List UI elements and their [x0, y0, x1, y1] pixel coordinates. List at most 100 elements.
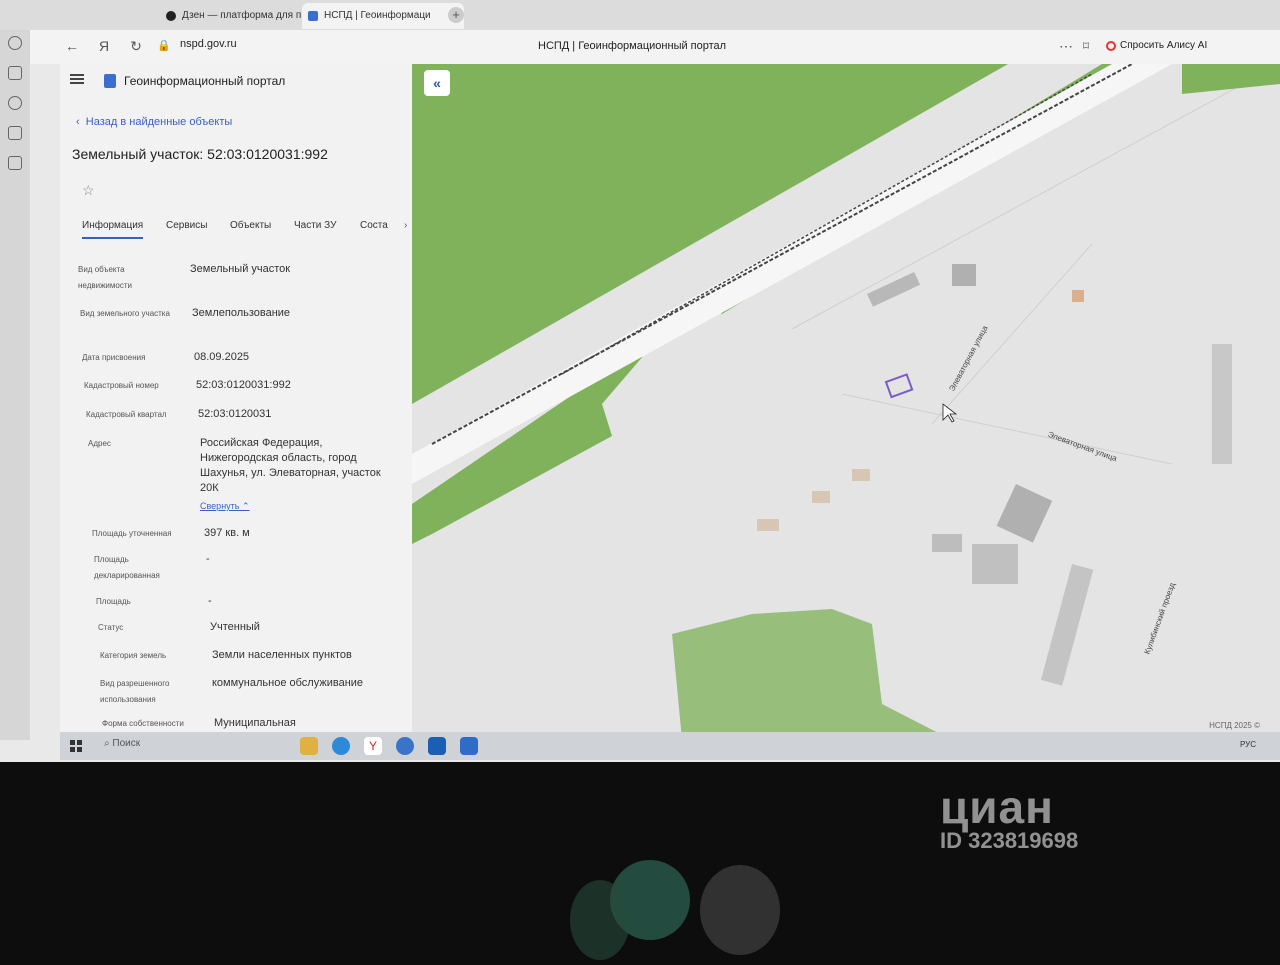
building — [867, 272, 921, 307]
building — [952, 264, 976, 286]
windows-taskbar: ⌕ Поиск Y РУС — [60, 732, 1280, 760]
collections-icon[interactable] — [8, 66, 22, 80]
tab-composition[interactable]: Соста — [360, 220, 388, 231]
url-field[interactable]: nspd.gov.ru — [180, 38, 237, 50]
dzen-icon — [166, 11, 176, 21]
object-info-panel: Геоинформационный портал ‹ Назад в найде… — [60, 64, 412, 740]
menu-icon[interactable] — [70, 74, 84, 84]
taskbar-search-label: Поиск — [112, 738, 141, 749]
building — [972, 544, 1018, 584]
building — [996, 484, 1053, 543]
outlook-icon[interactable] — [428, 737, 446, 755]
app-icon[interactable] — [396, 737, 414, 755]
property-value: Муниципальная — [214, 717, 296, 729]
app-icon[interactable] — [460, 737, 478, 755]
property-value: коммунальное обслуживание — [212, 677, 364, 689]
listing-id: ID 323819698 — [940, 828, 1079, 853]
property-label: Кадастровый квартал — [86, 410, 167, 419]
property-value: Российская Федерация, Нижегородская обла… — [200, 437, 381, 494]
tab-nspd[interactable]: НСПД | Геоинформаци ✕ — [302, 3, 464, 29]
collapse-panel-button[interactable]: « — [424, 70, 450, 96]
forest-area — [412, 64, 1008, 404]
more-icon[interactable]: ⋯ — [1056, 36, 1076, 56]
tab-services[interactable]: Сервисы — [166, 220, 207, 231]
tabs-scroll-right-icon[interactable]: › — [404, 220, 407, 231]
tab-dzen[interactable]: Дзен — платформа для п — [160, 3, 318, 29]
video-icon[interactable] — [8, 96, 22, 110]
back-to-results-link[interactable]: ‹ Назад в найденные объекты — [76, 116, 232, 128]
property-value: Земельный участок — [190, 263, 291, 275]
tab-parts[interactable]: Части ЗУ — [294, 220, 336, 231]
property-label: Вид земельного участка — [80, 309, 170, 318]
selected-parcel[interactable] — [884, 373, 914, 399]
lock-icon: 🔒 — [157, 40, 171, 52]
map-copyright: НСПД 2025 © — [1209, 721, 1260, 730]
screenshot-icon[interactable] — [8, 156, 22, 170]
property-label: Кадастровый номер — [84, 381, 159, 390]
favorite-star-icon[interactable]: ☆ — [82, 182, 95, 199]
bookmark-icon[interactable]: ⌑ — [1076, 36, 1096, 56]
building — [1040, 564, 1094, 686]
back-arrow-icon[interactable]: ← — [62, 36, 82, 56]
collapse-link[interactable]: Свернуть ⌃ — [200, 501, 250, 512]
cian-logo: циан — [940, 781, 1054, 833]
portal-logo-icon — [104, 74, 116, 88]
browser-tab-bar: Дзен — платформа для п НСПД | Геоинформа… — [0, 0, 1280, 30]
property-label: Адрес — [88, 439, 111, 448]
file-explorer-icon[interactable] — [300, 737, 318, 755]
property-label: Статус — [98, 623, 124, 632]
address-bar: ← Я ↻ 🔒 nspd.gov.ru НСПД | Геоинформацио… — [30, 30, 1280, 64]
property-value: Землепользование — [192, 307, 291, 319]
building — [1072, 290, 1084, 302]
collapse-label: Свернуть — [200, 501, 240, 511]
tab-label: НСПД | Геоинформаци — [324, 10, 431, 21]
yandex-icon[interactable]: Я — [94, 36, 114, 56]
property-label: Площадь — [96, 597, 131, 606]
property-label: Площадь декларированная — [94, 555, 160, 580]
figurines — [540, 840, 840, 960]
mouse-cursor-icon — [942, 403, 958, 423]
tab-label: Дзен — платформа для п — [182, 10, 302, 21]
portal-name: Геоинформационный портал — [124, 74, 286, 88]
page-title: НСПД | Геоинформационный портал — [538, 40, 727, 52]
alice-icon — [1106, 41, 1116, 51]
cadastral-map[interactable]: « Элеваторная улица Элеваторная улица Ку… — [412, 64, 1280, 740]
cian-watermark: циан ID 323819698 — [940, 780, 1078, 854]
nspd-icon — [308, 11, 318, 21]
ask-alice-button[interactable]: Спросить Алису AI — [1106, 40, 1207, 51]
figurines-drawing — [570, 860, 780, 960]
property-value: 52:03:0120031:992 — [196, 379, 291, 391]
property-label: Категория земель — [100, 651, 167, 660]
tab-objects[interactable]: Объекты — [230, 220, 271, 231]
new-tab-button[interactable]: + — [448, 7, 464, 23]
back-link-label: Назад в найденные объекты — [85, 116, 233, 128]
browser-sidebar — [0, 30, 30, 740]
info-tabs: Информация Сервисы Объекты Части ЗУ Сост… — [74, 220, 412, 246]
green-corner — [1182, 64, 1280, 94]
property-label: Вид объекта недвижимости — [78, 265, 132, 290]
road-edge — [841, 393, 1173, 465]
property-label: Дата присвоения — [82, 353, 146, 362]
property-value: Учтенный — [210, 621, 260, 633]
object-title: Земельный участок: 52:03:0120031:992 — [72, 146, 328, 162]
taskbar-search[interactable]: ⌕ Поиск — [104, 738, 140, 749]
edge-icon[interactable] — [332, 737, 350, 755]
green-area — [672, 609, 952, 740]
building — [932, 534, 962, 552]
property-value: Земли населенных пунктов — [212, 649, 352, 661]
property-label: Форма собственности — [102, 719, 184, 728]
property-label: Площадь уточненная — [92, 529, 172, 538]
property-value: 52:03:0120031 — [198, 408, 272, 420]
property-label: Вид разрешенного использования — [100, 679, 170, 704]
reload-icon[interactable]: ↻ — [126, 36, 146, 56]
building — [1212, 344, 1232, 464]
history-icon[interactable] — [8, 36, 22, 50]
windows-start-icon[interactable] — [70, 740, 82, 752]
alice-label: Спросить Алису AI — [1120, 40, 1208, 51]
tab-information[interactable]: Информация — [82, 220, 144, 239]
building — [812, 491, 830, 503]
property-value: 08.09.2025 — [194, 351, 250, 363]
yandex-browser-icon[interactable]: Y — [364, 737, 382, 755]
translate-icon[interactable] — [8, 126, 22, 140]
language-indicator[interactable]: РУС — [1240, 740, 1256, 749]
